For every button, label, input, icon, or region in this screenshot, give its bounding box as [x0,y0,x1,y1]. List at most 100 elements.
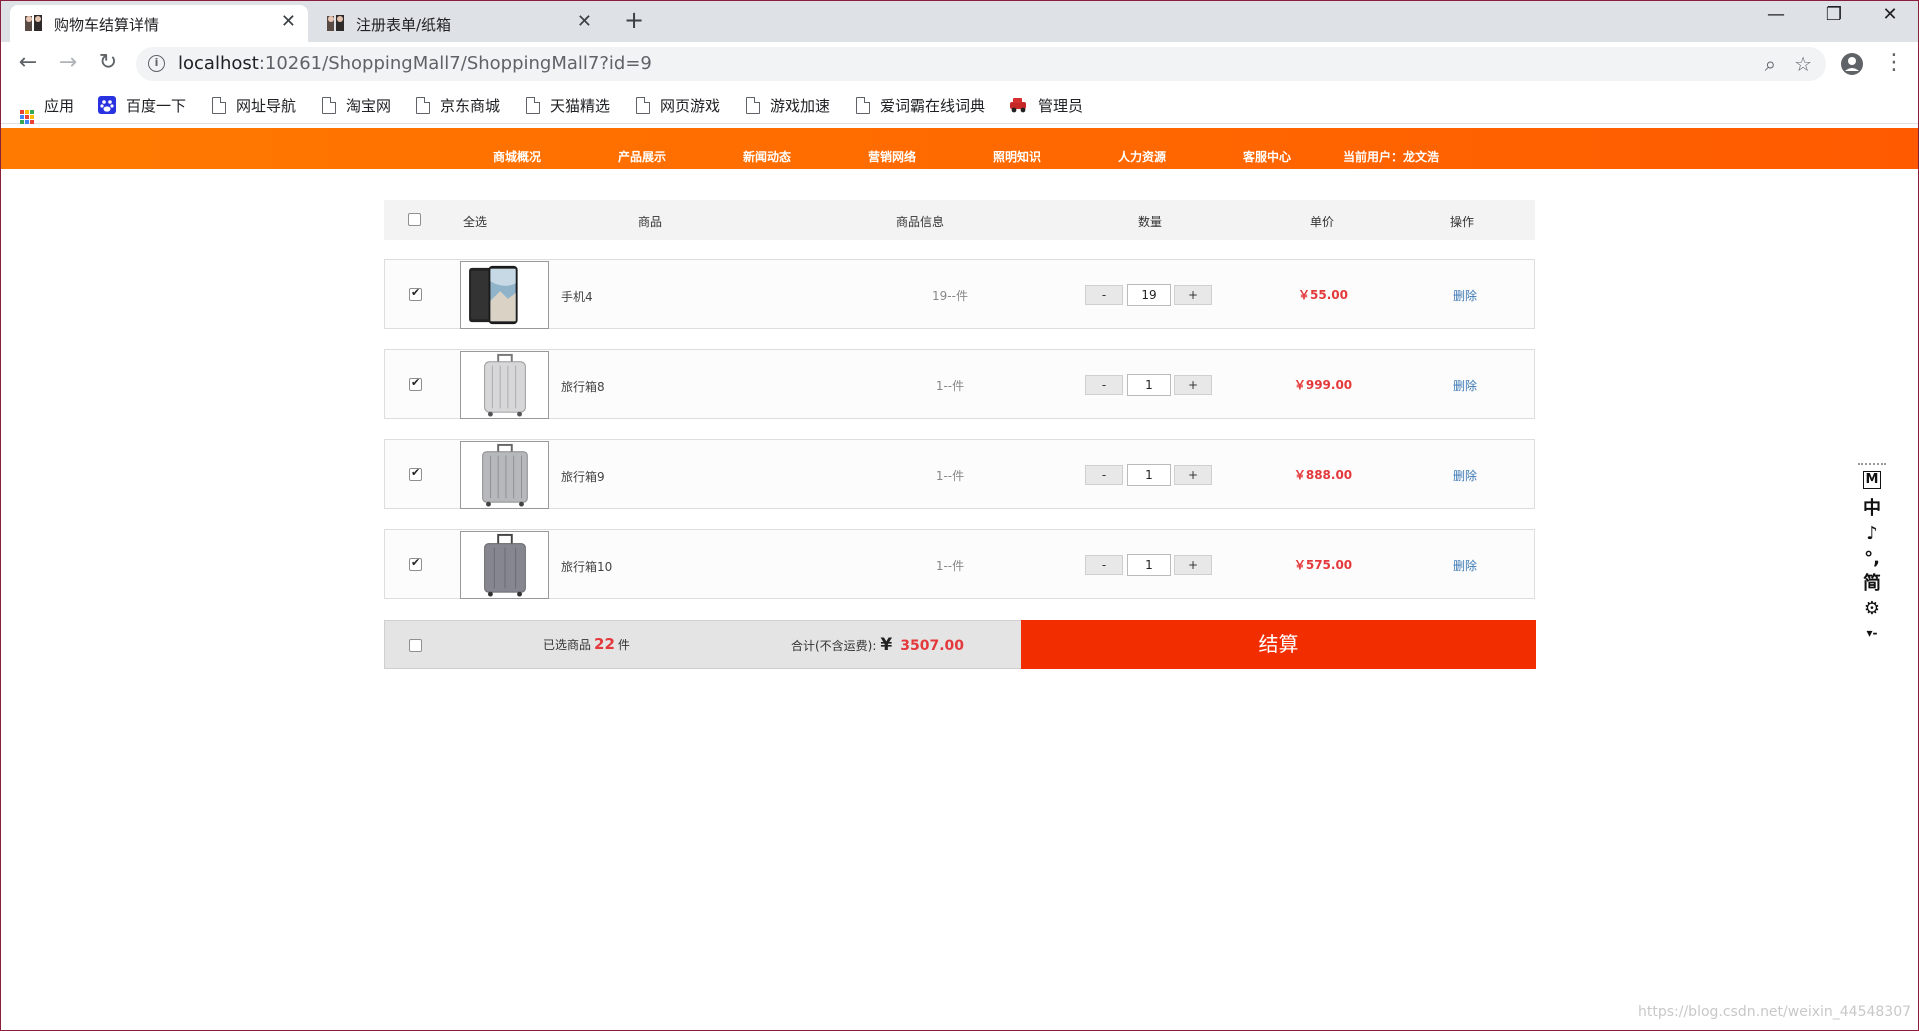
row-checkbox[interactable] [409,466,422,481]
url-text[interactable]: localhost:10261/ShoppingMall7/ShoppingMa… [178,53,652,74]
ime-simplified-toggle[interactable]: 简 [1858,571,1886,596]
watermark: https://blog.csdn.net/weixin_44548307 [1638,1004,1912,1020]
bookmark-item[interactable]: 京东商城 [416,95,500,116]
header-quantity: 数量 [1138,215,1163,229]
quantity-minus-button[interactable]: - [1085,555,1123,575]
site-info-icon[interactable]: i [148,55,165,72]
bookmark-item[interactable]: 网页游戏 [636,95,720,116]
header-select-all: 全选 [463,215,488,229]
product-info: 1--件 [935,379,965,393]
ime-more-icon[interactable]: ▾- [1858,621,1886,646]
baidu-paw-icon [98,96,116,114]
bookmark-star-icon[interactable]: ☆ [1794,52,1812,76]
nav-item[interactable]: 产品展示 [618,148,666,165]
quantity-plus-button[interactable]: + [1174,465,1212,485]
address-bar[interactable]: i localhost:10261/ShoppingMall7/Shopping… [136,47,1826,81]
unit-price: ￥575.00 [1293,558,1353,572]
selected-count-text: 已选商品 22 件 [543,635,630,653]
bookmark-item[interactable]: 爱词霸在线词典 [856,95,985,116]
ime-drag-handle[interactable] [1858,463,1886,465]
quantity-minus-button[interactable]: - [1085,375,1123,395]
product-name[interactable]: 旅行箱8 [561,378,605,395]
tab-title: 购物车结算详情 [54,16,160,34]
tab-active[interactable]: 购物车结算详情 ✕ [10,5,308,42]
bookmark-apps[interactable]: 应用 [20,95,74,124]
delete-link[interactable]: 删除 [1445,557,1485,574]
new-tab-button[interactable]: + [624,6,644,34]
zoom-icon[interactable]: ⌕ [1765,52,1776,76]
bookmark-item[interactable]: 游戏加速 [746,95,830,116]
site-nav: 商城概况 产品展示 新闻动态 营销网络 照明知识 人力资源 客服中心 当前用户：… [0,128,1919,169]
minimize-button[interactable]: — [1756,4,1796,25]
ime-moon-icon[interactable]: ♪ [1858,521,1886,546]
quantity-input[interactable]: 1 [1127,374,1171,396]
page-icon [416,97,430,114]
tab-close-icon[interactable]: ✕ [281,11,296,32]
close-window-button[interactable]: ✕ [1870,4,1910,25]
page-icon [322,97,336,114]
header-action: 操作 [1450,215,1475,229]
bookmark-item[interactable]: 淘宝网 [322,95,391,116]
ime-settings-icon[interactable]: ⚙ [1858,596,1886,621]
select-all-checkbox[interactable] [408,213,421,226]
tab-strip: 购物车结算详情 ✕ 注册表单/纸箱 ✕ + — ❐ ✕ [0,0,1919,42]
product-name[interactable]: 旅行箱9 [561,468,605,485]
bookmark-baidu[interactable]: 百度一下 [98,95,186,116]
quantity-input[interactable]: 19 [1127,284,1171,306]
ime-mode-icon[interactable]: M [1858,471,1886,496]
ime-chinese-toggle[interactable]: 中 [1858,496,1886,521]
nav-item[interactable]: 人力资源 [1118,148,1166,165]
forward-arrow-icon[interactable]: → [54,50,82,75]
row-checkbox[interactable] [409,376,422,391]
quantity-minus-button[interactable]: - [1085,285,1123,305]
product-name[interactable]: 手机4 [561,288,593,305]
suitcase-image[interactable] [460,531,549,599]
page-icon [746,97,760,114]
suitcase-image[interactable] [460,441,549,509]
page-icon [856,97,870,114]
favicon-icon [327,15,344,31]
nav-item[interactable]: 营销网络 [868,148,916,165]
page-icon [636,97,650,114]
bookmark-item[interactable]: 网址导航 [212,95,296,116]
checkout-button[interactable]: 结算 [1021,620,1536,669]
tab-close-icon[interactable]: ✕ [577,11,592,32]
ime-toolbar: M 中 ♪ °, 简 ⚙ ▾- [1858,463,1886,649]
nav-item[interactable]: 客服中心 [1243,148,1291,165]
back-arrow-icon[interactable]: ← [14,50,42,75]
product-name[interactable]: 旅行箱10 [561,558,612,575]
nav-item[interactable]: 商城概况 [493,148,541,165]
suitcase-image[interactable] [460,351,549,419]
tab-title: 注册表单/纸箱 [356,16,452,34]
quantity-minus-button[interactable]: - [1085,465,1123,485]
delete-link[interactable]: 删除 [1445,377,1485,394]
bookmark-admin[interactable]: 管理员 [1008,95,1083,116]
reload-icon[interactable]: ↻ [94,50,122,75]
selected-count: 22 [594,635,615,653]
quantity-plus-button[interactable]: + [1174,375,1212,395]
product-info: 1--件 [935,559,965,573]
menu-kebab-icon[interactable]: ⋮ [1880,50,1908,75]
header-product: 商品 [638,215,663,229]
unit-price: ￥888.00 [1293,468,1353,482]
row-checkbox[interactable] [409,556,422,571]
quantity-input[interactable]: 1 [1127,464,1171,486]
tab-inactive[interactable]: 注册表单/纸箱 ✕ [312,5,604,42]
restore-button[interactable]: ❐ [1814,4,1854,25]
quantity-plus-button[interactable]: + [1174,555,1212,575]
bookmark-item[interactable]: 天猫精选 [526,95,610,116]
total-value: 3507.00 [900,638,965,654]
profile-icon[interactable] [1840,52,1864,76]
nav-item[interactable]: 照明知识 [993,148,1041,165]
page-icon [212,97,226,114]
quantity-input[interactable]: 1 [1127,554,1171,576]
cart-row: 旅行箱10 1--件 - 1 + ￥575.00 删除 [384,529,1535,599]
ime-punctuation-icon[interactable]: °, [1858,546,1886,571]
nav-item[interactable]: 新闻动态 [743,148,791,165]
delete-link[interactable]: 删除 [1445,467,1485,484]
row-checkbox[interactable] [409,286,422,301]
phone-image[interactable] [460,261,549,329]
summary-select-all-checkbox[interactable] [409,639,422,652]
quantity-plus-button[interactable]: + [1174,285,1212,305]
delete-link[interactable]: 删除 [1445,287,1485,304]
